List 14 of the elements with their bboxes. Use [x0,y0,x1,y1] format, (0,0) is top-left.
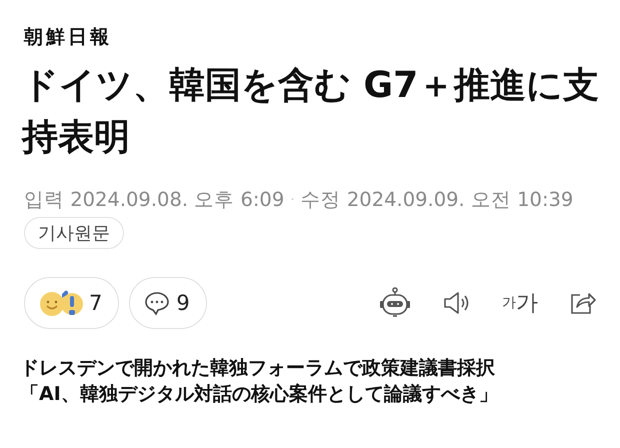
modified-date: 수정 2024.09.09. 오전 10:39 [300,187,574,213]
input-date: 입력 2024.09.08. 오후 6:09 [24,187,284,213]
newspaper-logo: 朝鮮日報 [24,25,112,50]
robot-icon[interactable] [378,287,412,319]
separator-dot: · [290,192,295,208]
comment-button[interactable]: 9 [129,277,207,329]
subheadline: ドレスデンで開かれた韓独フォーラムで政策建議書採択 [20,356,496,381]
speech-bubble-icon [144,290,170,316]
subheadline: 「AI、韓独デジタル対話の核心案件として論議すべき」 [20,382,499,407]
emoji-reaction-icon [39,288,83,318]
reaction-button[interactable]: 7 [24,277,120,329]
headline: ドイツ、韓国を含む G7＋推進に支持表明 [22,64,600,160]
share-icon[interactable] [568,290,596,316]
original-article-button[interactable]: 기사원문 [24,217,124,249]
